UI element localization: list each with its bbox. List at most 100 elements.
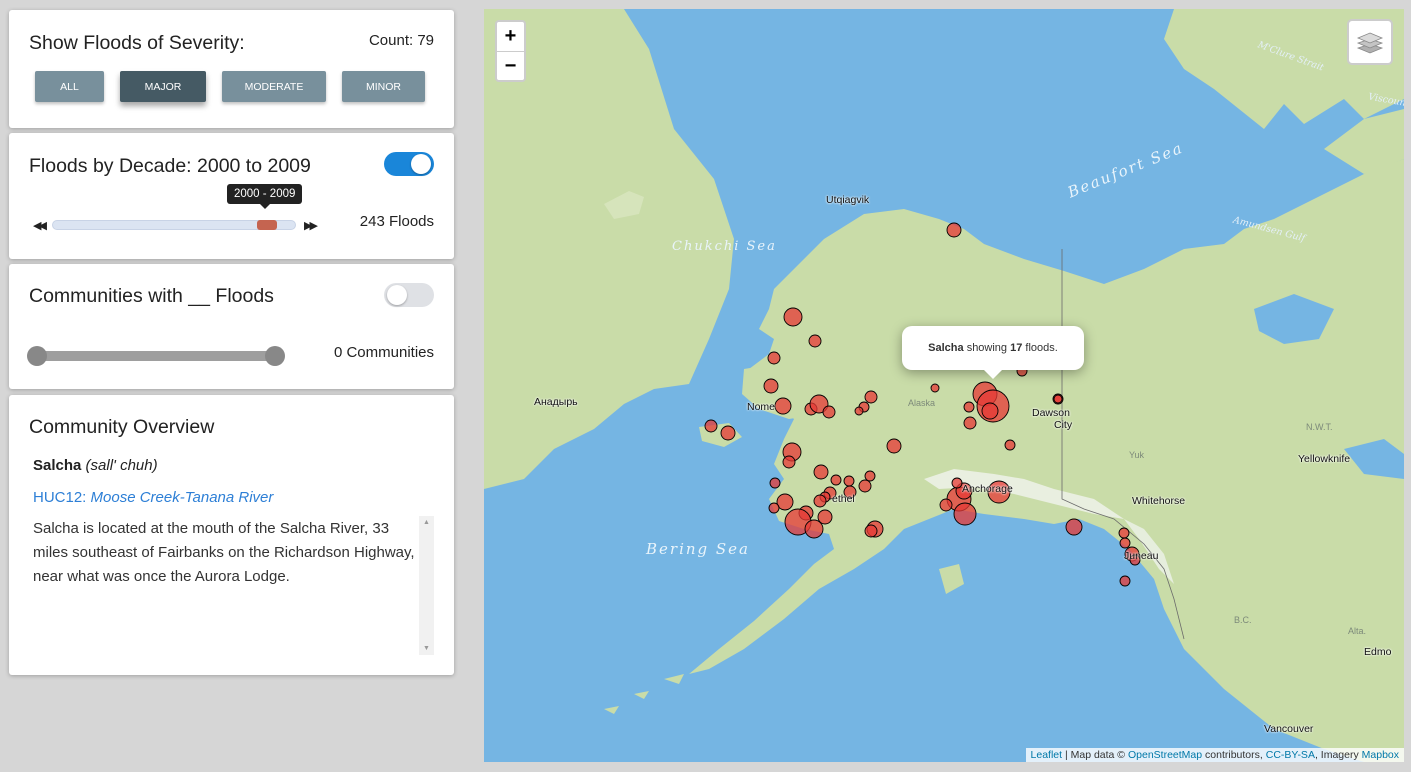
- decade-floods-count: 243 Floods: [359, 213, 434, 230]
- community-description: Salcha is located at the mouth of the Sa…: [33, 520, 415, 585]
- flood-marker[interactable]: [1065, 518, 1083, 536]
- community-pronunciation: (sall' chuh): [85, 457, 158, 474]
- scroll-up-icon[interactable]: ▲: [419, 519, 434, 526]
- community-name: Salcha: [33, 457, 82, 474]
- decade-slider-handle[interactable]: [257, 220, 277, 230]
- region-label-yukon: Yuk: [1129, 450, 1145, 460]
- description-scrollbar[interactable]: ▲ ▼: [419, 516, 434, 655]
- flood-marker[interactable]: [953, 502, 977, 526]
- flood-marker[interactable]: [1053, 394, 1063, 404]
- license-link[interactable]: CC-BY-SA: [1266, 749, 1315, 761]
- huc-link[interactable]: HUC12: Moose Creek-Tanana River: [33, 489, 273, 506]
- flood-marker[interactable]: [704, 419, 718, 433]
- leaflet-link[interactable]: Leaflet: [1031, 749, 1063, 761]
- decade-title: Floods by Decade: 2000 to 2009: [29, 155, 311, 177]
- decade-toggle[interactable]: [384, 152, 434, 176]
- flood-marker[interactable]: [886, 438, 902, 454]
- place-label-juneau: Juneau: [1124, 550, 1159, 562]
- place-label-edmonton: Edmo: [1364, 646, 1392, 658]
- popup-showing-text: showing: [966, 342, 1008, 354]
- flood-marker[interactable]: [981, 402, 999, 420]
- toggle-knob: [411, 154, 431, 174]
- toggle-knob: [387, 285, 407, 305]
- flood-marker[interactable]: [854, 406, 864, 416]
- flood-marker[interactable]: [963, 401, 975, 413]
- communities-slider-track[interactable]: [37, 351, 273, 361]
- zoom-control: + −: [495, 20, 526, 82]
- layers-icon: [1356, 32, 1384, 54]
- skip-back-icon[interactable]: ◀◀: [33, 219, 47, 232]
- flood-marker[interactable]: [864, 470, 876, 482]
- bering-sea-label: Bering Sea: [646, 540, 750, 558]
- region-label-nwt: N.W.T.: [1306, 422, 1333, 432]
- place-label-anadyr: Анадырь: [534, 396, 578, 408]
- osm-link[interactable]: OpenStreetMap: [1128, 749, 1202, 761]
- flood-marker[interactable]: [951, 477, 963, 489]
- community-popup: Salcha showing 17 floods.: [902, 326, 1084, 379]
- skip-forward-icon[interactable]: ▶▶: [304, 219, 318, 232]
- flood-marker[interactable]: [768, 502, 780, 514]
- flood-marker[interactable]: [843, 475, 855, 487]
- place-label-nome: Nome: [747, 401, 776, 413]
- flood-marker[interactable]: [858, 479, 872, 493]
- layers-control-button[interactable]: [1347, 19, 1393, 65]
- region-label-alaska: Alaska: [908, 398, 936, 408]
- region-label-bc: B.C.: [1234, 615, 1252, 625]
- place-label-vancouver: Vancouver: [1264, 723, 1314, 735]
- flood-marker[interactable]: [864, 524, 878, 538]
- severity-filter-card: Show Floods of Severity: Count: 79 ALL M…: [9, 10, 454, 128]
- communities-toggle[interactable]: [384, 283, 434, 307]
- place-label-anchorage: Anchorage: [962, 483, 1013, 495]
- communities-filter-card: Communities with __ Floods 0 Communities: [9, 264, 454, 389]
- chukchi-sea-label: Chukchi Sea: [672, 239, 777, 254]
- flood-marker[interactable]: [1118, 527, 1130, 539]
- flood-marker[interactable]: [817, 509, 833, 525]
- flood-marker[interactable]: [930, 383, 940, 393]
- communities-slider-max-handle[interactable]: [265, 346, 285, 366]
- attribution-imagery: , Imagery: [1314, 749, 1359, 761]
- flood-marker[interactable]: [763, 378, 779, 394]
- region-label-alta: Alta.: [1348, 626, 1367, 636]
- communities-slider-min-handle[interactable]: [27, 346, 47, 366]
- flood-markers-layer[interactable]: [484, 9, 1404, 762]
- overview-title: Community Overview: [29, 416, 215, 438]
- flood-marker[interactable]: [720, 425, 736, 441]
- flood-marker[interactable]: [939, 498, 953, 512]
- flood-marker[interactable]: [822, 405, 836, 419]
- flood-marker[interactable]: [813, 464, 829, 480]
- flood-marker[interactable]: [830, 474, 842, 486]
- flood-marker[interactable]: [946, 222, 962, 238]
- zoom-in-button[interactable]: +: [497, 22, 524, 51]
- scroll-down-icon[interactable]: ▼: [419, 645, 434, 652]
- place-label-yellowknife: Yellowknife: [1298, 453, 1351, 465]
- flood-marker[interactable]: [774, 397, 792, 415]
- popup-community-name: Salcha: [928, 342, 964, 354]
- decade-filter-card: Floods by Decade: 2000 to 2009 2000 - 20…: [9, 133, 454, 259]
- flood-marker[interactable]: [767, 351, 781, 365]
- flood-marker[interactable]: [813, 494, 827, 508]
- attribution-map-data: | Map data ©: [1064, 749, 1126, 761]
- decade-range-tooltip: 2000 - 2009: [227, 184, 303, 209]
- community-name-line: Salcha (sall' chuh): [33, 457, 158, 474]
- huc-name: Moose Creek-Tanana River: [90, 489, 274, 506]
- mapbox-link[interactable]: Mapbox: [1362, 749, 1399, 761]
- flood-marker[interactable]: [1004, 439, 1016, 451]
- huc-prefix: HUC12:: [33, 489, 87, 506]
- flood-marker[interactable]: [769, 477, 781, 489]
- flood-marker[interactable]: [783, 307, 803, 327]
- flood-marker[interactable]: [808, 334, 822, 348]
- severity-major-button[interactable]: MAJOR: [120, 71, 206, 102]
- flood-marker[interactable]: [782, 455, 796, 469]
- place-label-whitehorse: Whitehorse: [1132, 495, 1186, 507]
- zoom-out-button[interactable]: −: [497, 51, 524, 80]
- flood-map[interactable]: Chukchi Sea Beaufort Sea Bering Sea M'Cl…: [484, 9, 1404, 762]
- flood-marker[interactable]: [1119, 537, 1131, 549]
- flood-marker[interactable]: [963, 416, 977, 430]
- severity-minor-button[interactable]: MINOR: [342, 71, 425, 102]
- flood-marker[interactable]: [864, 390, 878, 404]
- severity-moderate-button[interactable]: MODERATE: [222, 71, 326, 102]
- flood-marker[interactable]: [1119, 575, 1131, 587]
- place-label-dawson-city: City: [1054, 419, 1073, 431]
- severity-all-button[interactable]: ALL: [35, 71, 104, 102]
- attribution-contributors: contributors,: [1205, 749, 1263, 761]
